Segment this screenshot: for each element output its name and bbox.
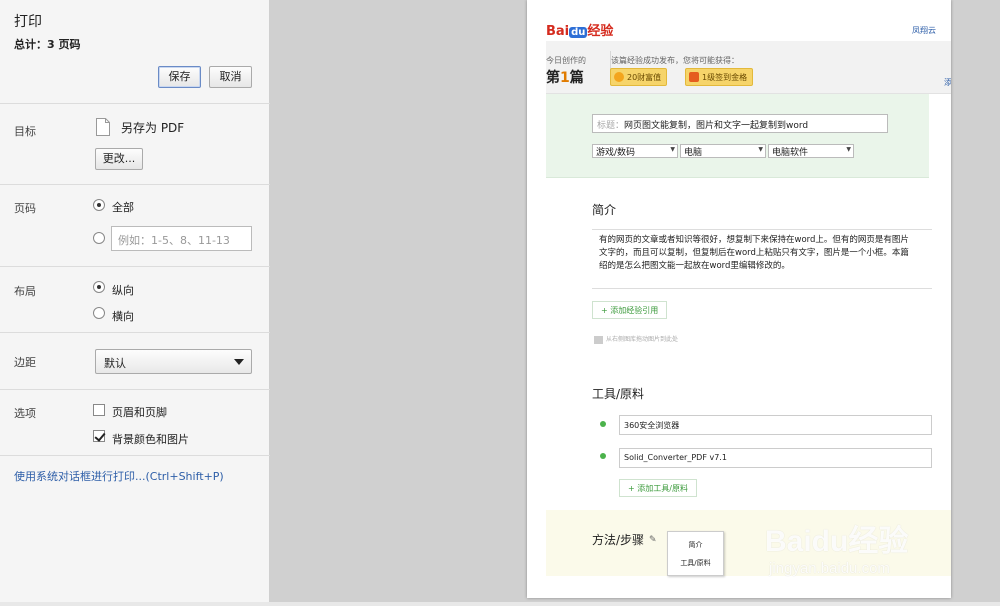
- top-link[interactable]: 凤翔云: [912, 25, 936, 36]
- today-label: 今日创作的: [546, 56, 586, 65]
- pages-range-input[interactable]: 例如：1-5、8、11-13: [111, 226, 252, 251]
- title-input[interactable]: 标题：网页图文能复制，图片和文字一起复制到word: [592, 114, 888, 133]
- strip-link[interactable]: 添: [944, 77, 951, 88]
- category-select-1[interactable]: 游戏/数码: [592, 144, 678, 158]
- intro-line: 绍的是怎么把图文能一起放在word里编辑修改的。: [599, 261, 790, 271]
- bullet-icon: [600, 453, 606, 459]
- pencil-icon: ✎: [649, 535, 657, 545]
- cancel-button[interactable]: 取消: [209, 66, 252, 88]
- reward-title: 该篇经验成功发布，您将可能获得：: [611, 56, 739, 65]
- margins-select[interactable]: 默认: [95, 349, 252, 374]
- reward-strip: 今日创作的 第1篇 该篇经验成功发布，您将可能获得： 20财富值 1级签到金格 …: [546, 41, 951, 94]
- divider: [0, 184, 270, 185]
- destination-value: 另存为 PDF: [121, 121, 185, 135]
- margins-label: 边距: [14, 356, 36, 369]
- page-total: 总计：3 页码: [14, 38, 81, 51]
- baidu-logo: Bai du 经验: [546, 20, 613, 39]
- print-settings-panel: 打印 总计：3 页码 保存 取消 目标 另存为 PDF 更改... 页码 全部 …: [0, 0, 270, 602]
- steps-heading: 方法/步骤: [592, 533, 645, 547]
- pages-label: 页码: [14, 202, 36, 215]
- category-select-3[interactable]: 电脑软件: [768, 144, 854, 158]
- destination-label: 目标: [14, 125, 36, 138]
- options-label: 选项: [14, 407, 36, 420]
- add-reference-button[interactable]: + 添加经验引用: [592, 301, 668, 319]
- intro-heading: 简介: [592, 203, 617, 217]
- margins-value: 默认: [104, 357, 126, 370]
- divider: [0, 455, 270, 456]
- logo-text: Bai: [546, 24, 570, 39]
- logo-cn: 经验: [587, 24, 614, 39]
- divider: [0, 266, 270, 267]
- header-footer-label: 页眉和页脚: [112, 406, 167, 419]
- chevron-down-icon: [234, 359, 244, 365]
- category-select-2[interactable]: 电脑: [680, 144, 766, 158]
- drag-hint: 从右侧图库拖动图片到此处: [594, 334, 678, 344]
- reward-badge-signin: 1级签到金格: [685, 68, 754, 86]
- pages-all-label: 全部: [112, 201, 134, 214]
- bottom-edge: [0, 602, 1000, 606]
- intro-line: 有的网页的文章或者知识等很好，想复制下来保持在word上。但有的网页是有图片: [599, 235, 909, 245]
- change-destination-button[interactable]: 更改...: [95, 148, 143, 170]
- pages-custom-radio[interactable]: [93, 232, 105, 244]
- bullet-icon: [600, 421, 606, 427]
- portrait-radio[interactable]: [93, 281, 105, 293]
- pages-all-radio[interactable]: [93, 199, 105, 211]
- title-section: 标题：网页图文能复制，图片和文字一起复制到word 游戏/数码 电脑 电脑软件: [546, 94, 929, 178]
- tools-heading: 工具/原料: [592, 387, 645, 401]
- background-graphics-checkbox[interactable]: [93, 430, 105, 442]
- system-dialog-link[interactable]: 使用系统对话框进行打印...(Ctrl+Shift+P): [14, 468, 224, 484]
- document-icon: [96, 118, 110, 136]
- tool-input-1[interactable]: 360安全浏览器: [619, 415, 932, 435]
- watermark-main: Baidu经验: [765, 525, 909, 558]
- rank-label: 第1篇: [546, 70, 584, 86]
- toc-item[interactable]: 工具/原料: [668, 558, 723, 568]
- watermark-url: jingyan.baidu.com: [769, 560, 890, 577]
- layout-label: 布局: [14, 285, 36, 298]
- background-graphics-label: 背景颜色和图片: [112, 433, 189, 446]
- intro-text: 有的网页的文章或者知识等很好，想复制下来保持在word上。但有的网页是有图片 文…: [592, 229, 932, 289]
- header-footer-checkbox[interactable]: [93, 404, 105, 416]
- intro-line: 文字的，而且可以复制，但复制后在word上粘贴只有文字，图片是一个小框。本篇: [599, 248, 909, 258]
- divider: [0, 103, 270, 104]
- divider: [0, 332, 270, 333]
- save-button[interactable]: 保存: [158, 66, 201, 88]
- dialog-title: 打印: [14, 14, 42, 30]
- reward-badge-coins: 20财富值: [610, 68, 668, 86]
- add-tool-button[interactable]: + 添加工具/原料: [619, 479, 697, 497]
- landscape-radio[interactable]: [93, 307, 105, 319]
- logo-paw: du: [569, 27, 588, 38]
- landscape-label: 横向: [112, 310, 134, 323]
- table-of-contents: 简介 工具/原料: [667, 531, 724, 576]
- baidu-watermark: Baidu经验 jingyan.baidu.com: [765, 496, 995, 586]
- toc-item[interactable]: 简介: [668, 540, 723, 550]
- tool-input-2[interactable]: Solid_Converter_PDF v7.1: [619, 448, 932, 468]
- portrait-label: 纵向: [112, 284, 134, 297]
- divider: [0, 389, 270, 390]
